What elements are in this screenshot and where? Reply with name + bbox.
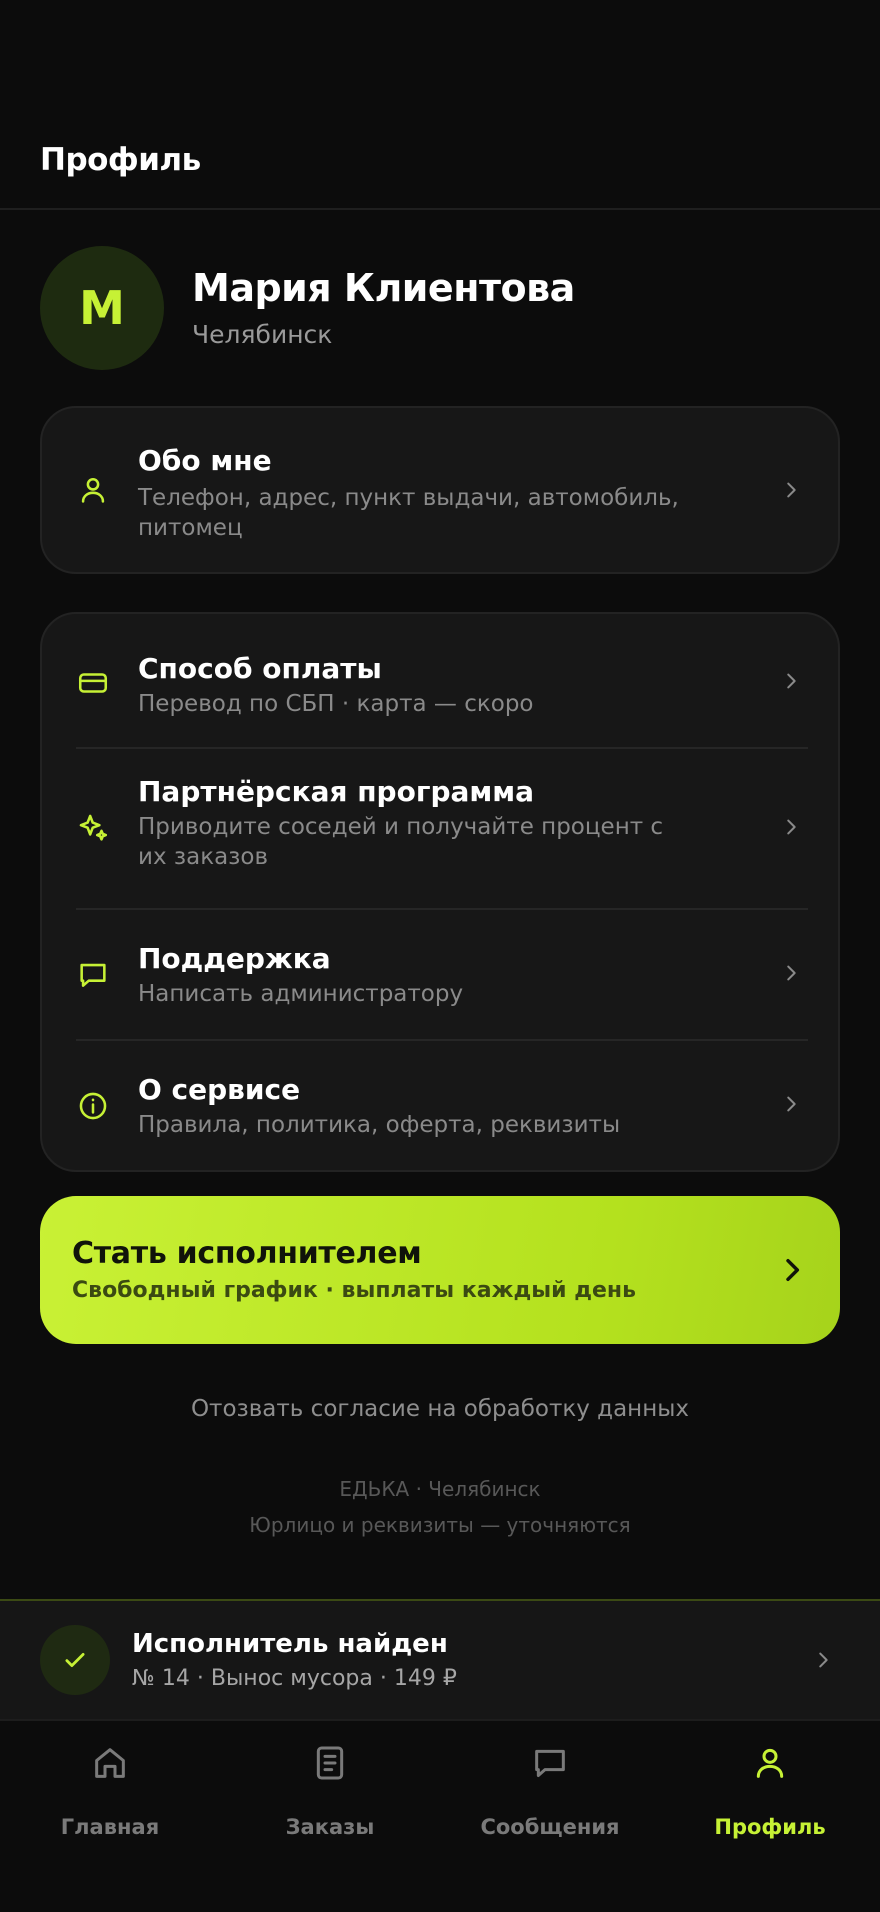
avatar: М xyxy=(40,246,164,370)
info-icon xyxy=(76,1089,110,1123)
profile-icon xyxy=(750,1743,790,1783)
notification-badge xyxy=(40,1625,110,1695)
tab-label: Главная xyxy=(60,1815,160,1839)
menu-item-title: Поддержка xyxy=(138,942,331,975)
settings-card: Способ оплаты Перевод по СБП · карта — с… xyxy=(40,612,840,1172)
tab-orders[interactable]: Заказы xyxy=(220,1743,440,1843)
about-card[interactable]: Обо мне Телефон, адрес, пункт выдачи, ав… xyxy=(40,406,840,574)
check-icon xyxy=(60,1645,90,1675)
order-notification[interactable]: Исполнитель найден № 14 · Вынос мусора ·… xyxy=(0,1599,880,1721)
menu-item-title: Партнёрская программа xyxy=(138,775,535,808)
cta-subtitle: Свободный график · выплаты каждый день xyxy=(72,1278,637,1303)
menu-item-about-service[interactable]: О сервисе Правила, политика, оферта, рек… xyxy=(42,1041,838,1170)
tab-label: Заказы xyxy=(285,1815,375,1839)
menu-item-payment[interactable]: Способ оплаты Перевод по СБП · карта — с… xyxy=(42,614,838,748)
revoke-consent-link[interactable]: Отозвать согласие на обработку данных xyxy=(0,1396,880,1422)
orders-icon xyxy=(310,1743,350,1783)
footer-legal: Юрлицо и реквизиты — уточняются xyxy=(249,1513,631,1537)
footer-brand: ЕДЬКА · Челябинск xyxy=(339,1477,541,1501)
menu-item-support[interactable]: Поддержка Написать администратору xyxy=(42,910,838,1040)
menu-item-subtitle: Приводите соседей и получайте процент с … xyxy=(138,814,664,870)
tab-home[interactable]: Главная xyxy=(0,1743,220,1843)
notification-title: Исполнитель найден xyxy=(132,1629,448,1659)
sparkle-icon xyxy=(76,811,110,845)
profile-name: Мария Клиентова xyxy=(192,266,575,310)
user-icon xyxy=(76,473,110,507)
menu-item-title: О сервисе xyxy=(138,1073,301,1106)
menu-item-title: Способ оплаты xyxy=(138,652,382,685)
tab-label: Сообщения xyxy=(480,1815,620,1839)
card-icon xyxy=(76,666,110,700)
become-performer-button[interactable]: Стать исполнителем Свободный график · вы… xyxy=(40,1196,840,1344)
tab-profile[interactable]: Профиль xyxy=(660,1743,880,1843)
chevron-right-icon xyxy=(780,479,802,501)
chevron-right-icon xyxy=(780,816,802,838)
notification-subtitle: № 14 · Вынос мусора · 149 ₽ xyxy=(132,1666,457,1691)
tab-label: Профиль xyxy=(714,1815,826,1839)
menu-item-subtitle: Телефон, адрес, пункт выдачи, автомобиль… xyxy=(138,485,679,541)
menu-item-subtitle: Написать администратору xyxy=(138,981,464,1007)
menu-item-title: Обо мне xyxy=(138,444,272,477)
header: Профиль xyxy=(0,0,880,210)
chevron-right-icon xyxy=(780,962,802,984)
chevron-right-icon xyxy=(780,1093,802,1115)
chevron-right-icon xyxy=(776,1254,808,1286)
chevron-right-icon xyxy=(812,1649,834,1671)
messages-icon xyxy=(530,1743,570,1783)
profile-summary: М Мария Клиентова Челябинск xyxy=(40,246,840,370)
chat-icon xyxy=(76,958,110,992)
bottom-tab-bar: Главная Заказы Сообщения Профиль xyxy=(0,1723,880,1912)
page-title: Профиль xyxy=(40,142,201,178)
menu-item-about[interactable]: Обо мне Телефон, адрес, пункт выдачи, ав… xyxy=(42,408,838,572)
profile-city: Челябинск xyxy=(192,320,333,349)
menu-item-subtitle: Правила, политика, оферта, реквизиты xyxy=(138,1112,621,1138)
menu-item-subtitle: Перевод по СБП · карта — скоро xyxy=(138,691,534,717)
cta-title: Стать исполнителем xyxy=(72,1236,422,1271)
menu-item-partner-program[interactable]: Партнёрская программа Приводите соседей … xyxy=(42,749,838,909)
chevron-right-icon xyxy=(780,670,802,692)
home-icon xyxy=(90,1743,130,1783)
tab-messages[interactable]: Сообщения xyxy=(440,1743,660,1843)
